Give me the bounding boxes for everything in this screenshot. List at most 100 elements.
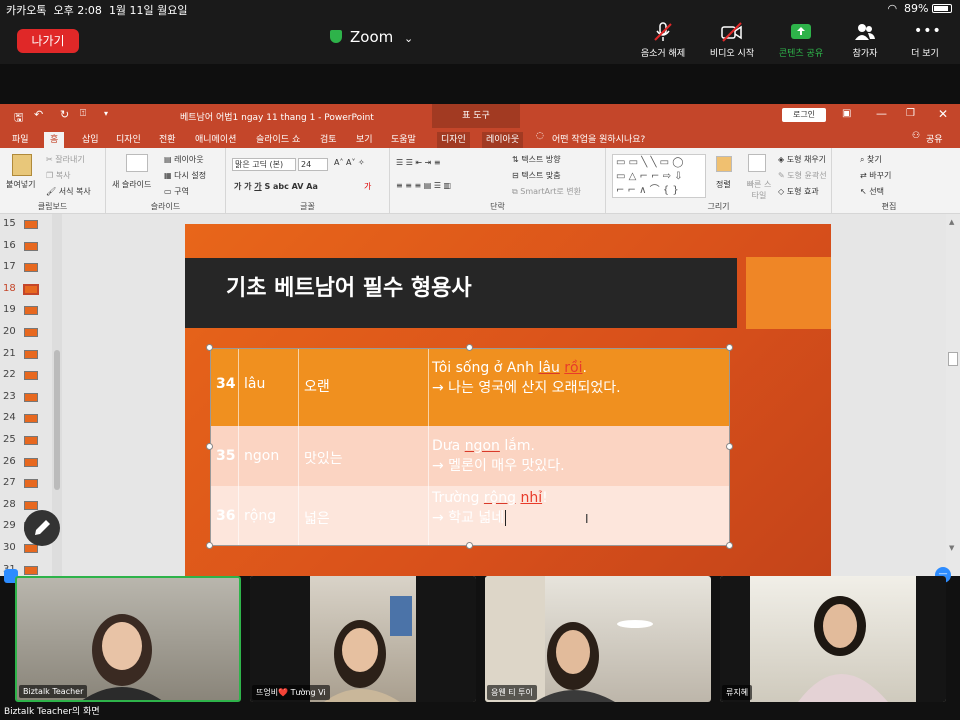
scroll-up-icon[interactable]: ▲: [949, 218, 954, 226]
share-content-button[interactable]: 콘텐츠 공유: [766, 22, 836, 59]
ribbon-tab[interactable]: 디자인: [116, 132, 141, 145]
font-size-select[interactable]: 24: [298, 158, 328, 171]
login-button[interactable]: 로그인: [782, 108, 826, 122]
shape-fill-button[interactable]: ◈ 도형 채우기: [778, 154, 826, 165]
format-painter-button[interactable]: 🖌 서식 복사: [46, 186, 91, 197]
zoom-title[interactable]: Zoom ⌄: [330, 28, 413, 46]
leave-button[interactable]: 나가기: [17, 29, 79, 53]
cut-button[interactable]: ✂ 잘라내기: [46, 154, 85, 165]
layout-button[interactable]: ▤ 레이아웃: [164, 154, 204, 165]
ribbon-tab[interactable]: 디자인: [437, 132, 470, 148]
quick-styles-icon[interactable]: [748, 154, 766, 172]
undo-icon[interactable]: ↶: [34, 108, 43, 121]
video-tile[interactable]: 뜨엉비❤️ Tường Vi: [250, 576, 476, 702]
tell-me-search[interactable]: 어떤 작업을 원하시나요?: [552, 132, 645, 145]
minimize-icon[interactable]: —: [876, 107, 887, 120]
slide-vertical-scrollbar[interactable]: ▲ ▼: [946, 214, 960, 576]
shared-screen-top-band: [0, 64, 960, 104]
slide-thumbnail[interactable]: 15: [0, 214, 50, 236]
slide-thumbnail[interactable]: 21: [0, 344, 50, 366]
arrange-label[interactable]: 정렬: [716, 179, 731, 190]
font-name-select[interactable]: 맑은 고딕 (본): [232, 158, 296, 171]
slide-thumbnail[interactable]: 23: [0, 387, 50, 409]
replace-button[interactable]: ⇄ 바꾸기: [860, 170, 891, 181]
resize-handle[interactable]: [206, 542, 213, 549]
quick-format-icon[interactable]: ⍐: [80, 108, 86, 119]
restore-icon[interactable]: ❐: [906, 108, 915, 119]
unmute-button[interactable]: 음소거 해제: [628, 22, 698, 59]
video-tile[interactable]: 류지혜: [720, 576, 946, 702]
slide-thumbnail[interactable]: 24: [0, 408, 50, 430]
slide-thumbnail[interactable]: 27: [0, 473, 50, 495]
slide-number: 26: [3, 455, 16, 467]
shape-outline-button[interactable]: ✎ 도형 윤곽선: [778, 170, 827, 181]
resize-handle[interactable]: [466, 542, 473, 549]
reset-label: 다시 설정: [174, 171, 207, 180]
paste-icon[interactable]: [12, 154, 32, 176]
redo-icon[interactable]: ↻: [60, 108, 69, 121]
drawing-group-label: 그리기: [707, 202, 730, 211]
font-style-buttons[interactable]: 가 가 가 S abc AV Aa: [234, 181, 318, 192]
table-selection-frame[interactable]: [210, 348, 730, 546]
ribbon-display-icon[interactable]: ▣: [842, 108, 851, 119]
video-tile[interactable]: 응웬 티 투이: [485, 576, 711, 702]
find-button[interactable]: ⌕ 찾기: [860, 154, 882, 165]
shapes-gallery[interactable]: ▭ ▭ ╲ ╲ ▭ ◯ ▭ △ ⌐ ⌐ ⇨ ⇩ ⌐ ⌐ ∧ ⌒ { }: [612, 154, 706, 198]
select-button[interactable]: ↖ 선택: [860, 186, 884, 197]
annotate-button[interactable]: [24, 510, 60, 546]
font-size-buttons[interactable]: A˄ A˅ ✧: [334, 158, 365, 167]
ribbon-tab[interactable]: 파일: [12, 132, 29, 145]
resize-handle[interactable]: [726, 443, 733, 450]
scroll-thumb[interactable]: [948, 352, 958, 366]
ribbon-tab[interactable]: 도움말: [391, 132, 416, 145]
reset-button[interactable]: ▦ 다시 설정: [164, 170, 206, 181]
share-button[interactable]: 공유: [926, 132, 943, 145]
slide-thumbnail[interactable]: 22: [0, 365, 50, 387]
resize-handle[interactable]: [206, 443, 213, 450]
ribbon-tab[interactable]: 보기: [356, 132, 373, 145]
video-tile[interactable]: Biztalk Teacher: [15, 576, 241, 702]
slide-thumbnail[interactable]: 26: [0, 452, 50, 474]
cursor-icon: ↖: [860, 187, 870, 196]
slide-title[interactable]: 기초 베트남어 필수 형용사: [226, 270, 472, 302]
ribbon-tab[interactable]: 홈: [44, 132, 65, 148]
close-icon[interactable]: ✕: [938, 107, 948, 121]
customize-icon[interactable]: ▾: [104, 109, 108, 118]
align-buttons[interactable]: ≡ ≡ ≡ ▤ ☰ ▥: [396, 181, 451, 190]
arrange-icon[interactable]: [716, 156, 732, 172]
slide-thumbnail[interactable]: 17: [0, 257, 50, 279]
resize-handle[interactable]: [206, 344, 213, 351]
resize-handle[interactable]: [726, 344, 733, 351]
ribbon-tab[interactable]: 슬라이드 쇼: [256, 132, 300, 145]
scroll-down-icon[interactable]: ▼: [949, 544, 954, 552]
quick-styles-label[interactable]: 빠른 스타일: [744, 179, 774, 201]
slide-thumbnail[interactable]: 16: [0, 236, 50, 258]
slide-thumbnail[interactable]: 25: [0, 430, 50, 452]
list-buttons[interactable]: ☰ ☰ ⇤ ⇥ ≡: [396, 158, 441, 167]
start-video-button[interactable]: 비디오 시작: [697, 22, 767, 59]
resize-handle[interactable]: [726, 542, 733, 549]
slide-thumbnail[interactable]: 20: [0, 322, 50, 344]
shape-effects-button[interactable]: ◇ 도형 효과: [778, 186, 819, 197]
copy-button[interactable]: ❐ 복사: [46, 170, 70, 181]
more-button[interactable]: ••• 더 보기: [890, 22, 960, 59]
slide-thumbnail[interactable]: 19: [0, 300, 50, 322]
slide-thumbnail[interactable]: 18: [0, 279, 50, 301]
thumbnail-scroll-thumb[interactable]: [54, 350, 60, 490]
ribbon-tab[interactable]: 전환: [159, 132, 176, 145]
ribbon-tab[interactable]: 삽입: [82, 132, 99, 145]
save-icon[interactable]: 🖫: [14, 109, 23, 128]
ribbon-tab[interactable]: 레이아웃: [482, 132, 524, 148]
smartart-button[interactable]: ⧉ SmartArt로 변환: [512, 186, 581, 197]
new-slide-label[interactable]: 새 슬라이드: [112, 179, 151, 190]
align-text-button[interactable]: ⊟ 텍스트 맞춤: [512, 170, 561, 181]
ribbon-tab[interactable]: 검토: [320, 132, 337, 145]
resize-handle[interactable]: [466, 344, 473, 351]
text-direction-button[interactable]: ⇅ 텍스트 방향: [512, 154, 561, 165]
font-color-icon[interactable]: 가: [364, 181, 371, 192]
slide-thumbnail-image: [24, 241, 38, 251]
paste-label[interactable]: 붙여넣기: [6, 179, 35, 190]
section-button[interactable]: ▭ 구역: [164, 186, 189, 197]
new-slide-icon[interactable]: [126, 154, 148, 172]
ribbon-tab[interactable]: 애니메이션: [195, 132, 236, 145]
